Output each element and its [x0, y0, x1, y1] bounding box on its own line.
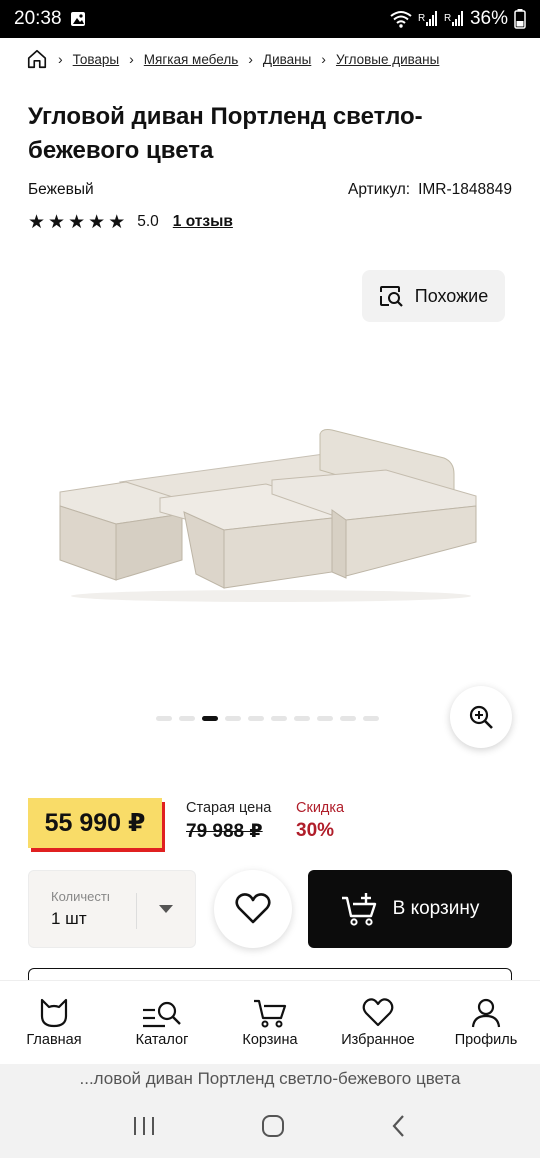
current-price: 55 990 ₽: [28, 798, 162, 848]
rating-stars: ★ ★ ★ ★ ★: [28, 213, 125, 232]
profile-icon: [471, 998, 501, 1027]
system-navigation-bar: [0, 1094, 540, 1158]
quantity-value: 1 шт: [51, 909, 87, 928]
gallery-dot[interactable]: [156, 716, 172, 721]
nav-item-profile[interactable]: Профиль: [436, 998, 536, 1048]
nav-label-home: Главная: [26, 1031, 82, 1048]
bottom-navigation: Главная Каталог Корзина Избранное Профил…: [0, 980, 540, 1064]
nav-item-catalog[interactable]: Каталог: [112, 998, 212, 1048]
signal-icon-sim1: R: [418, 11, 437, 26]
breadcrumb-link-sofas[interactable]: Диваны: [263, 52, 311, 67]
browser-url-bar[interactable]: ...ловой диван Портленд светло-бежевого …: [0, 1064, 540, 1094]
nav-item-cart[interactable]: Корзина: [220, 998, 320, 1048]
article-value: IMR-1848849: [418, 181, 512, 198]
article-label: Артикул:: [347, 181, 411, 198]
discount-label: Скидка: [296, 800, 345, 816]
status-time: 20:38: [14, 8, 62, 29]
zoom-button[interactable]: [450, 686, 512, 748]
product-meta: Бежевый Артикул: IMR-1848849: [28, 181, 512, 201]
chevron-right-icon: ›: [321, 51, 326, 67]
nav-item-home[interactable]: Главная: [4, 998, 104, 1048]
home-icon[interactable]: [26, 48, 48, 70]
gallery-dot[interactable]: [179, 716, 195, 721]
heart-icon: [235, 893, 271, 924]
breadcrumb-link-soft-furniture[interactable]: Мягкая мебель: [144, 52, 238, 67]
add-to-favorites-button[interactable]: [214, 870, 292, 948]
product-article: Артикул: IMR-1848849: [348, 181, 512, 201]
heart-icon: [362, 997, 394, 1026]
old-price: 79 988 ₽: [186, 821, 263, 842]
chevron-right-icon: ›: [129, 51, 134, 67]
rating-row: ★ ★ ★ ★ ★ 5.0 1 отзыв: [28, 211, 233, 233]
discount-value: 30%: [296, 820, 335, 841]
similar-label: Похожие: [414, 285, 489, 306]
cart-icon: [254, 999, 287, 1027]
add-to-cart-button[interactable]: В корзину: [308, 870, 512, 948]
cat-icon: [40, 998, 68, 1027]
old-price-label: Старая цена: [186, 800, 272, 816]
gallery-dot[interactable]: [225, 716, 241, 721]
gallery-dot-active[interactable]: [202, 716, 218, 721]
nav-label-profile: Профиль: [454, 1031, 518, 1048]
back-icon[interactable]: [389, 1113, 409, 1139]
similar-button[interactable]: Похожие: [362, 270, 505, 322]
nav-label-catalog: Каталог: [135, 1031, 189, 1048]
catalog-search-icon: [143, 1001, 181, 1027]
star-icon: ★: [108, 211, 126, 233]
zoom-in-icon: [469, 705, 493, 729]
add-to-cart-label: В корзину: [392, 898, 480, 919]
product-color: Бежевый: [28, 181, 94, 198]
gallery-dot[interactable]: [363, 716, 379, 721]
old-price-block: Старая цена 79 988 ₽: [186, 800, 271, 843]
nav-item-favorites[interactable]: Избранное: [328, 997, 428, 1048]
rating-value: 5.0: [137, 213, 159, 230]
star-icon: ★: [48, 211, 66, 233]
status-bar: 20:38 R R 36%: [0, 0, 540, 38]
gallery-dot[interactable]: [340, 716, 356, 721]
sofa-product-image: [59, 429, 477, 602]
wifi-icon: [390, 11, 412, 28]
add-to-cart-icon: [341, 893, 376, 926]
home-system-icon[interactable]: [260, 1113, 286, 1139]
reviews-link[interactable]: 1 отзыв: [173, 213, 233, 231]
signal-icon-sim2: R: [444, 11, 463, 26]
chevron-down-icon[interactable]: [159, 905, 173, 913]
gallery-pagination: [156, 716, 379, 721]
recent-apps-icon[interactable]: [131, 1115, 157, 1137]
quantity-divider: [136, 893, 137, 929]
gallery-dot[interactable]: [248, 716, 264, 721]
quantity-select[interactable]: Количество 1 шт: [28, 870, 196, 948]
visual-search-icon: [379, 286, 403, 307]
sim1-label: R: [418, 13, 425, 24]
battery-icon: [514, 9, 526, 29]
star-icon: ★: [88, 211, 106, 233]
discount-block: Скидка 30%: [296, 800, 344, 842]
quantity-label: Количество: [51, 889, 109, 904]
gallery-dot[interactable]: [317, 716, 333, 721]
chevron-right-icon: ›: [248, 51, 253, 67]
gallery-notification-icon: [70, 12, 85, 26]
gallery-dot[interactable]: [294, 716, 310, 721]
chevron-right-icon: ›: [58, 51, 63, 67]
battery-level: 36%: [469, 8, 508, 29]
star-icon: ★: [28, 211, 46, 233]
gallery-dot[interactable]: [271, 716, 287, 721]
action-row: Количество 1 шт В корзину: [28, 870, 512, 950]
sim2-label: R: [444, 13, 451, 24]
nav-label-cart: Корзина: [242, 1031, 298, 1048]
breadcrumb-link-corner-sofas[interactable]: Угловые диваны: [336, 52, 439, 67]
product-title: Угловой диван Портленд светло-бежевого ц…: [28, 103, 423, 164]
breadcrumb: › Товары › Мягкая мебель › Диваны › Угло…: [26, 44, 520, 74]
star-icon: ★: [68, 211, 86, 233]
nav-label-favorites: Избранное: [341, 1031, 415, 1048]
price-row: 55 990 ₽ Старая цена 79 988 ₽ Скидка 30%: [28, 798, 518, 854]
breadcrumb-link-products[interactable]: Товары: [73, 52, 119, 67]
